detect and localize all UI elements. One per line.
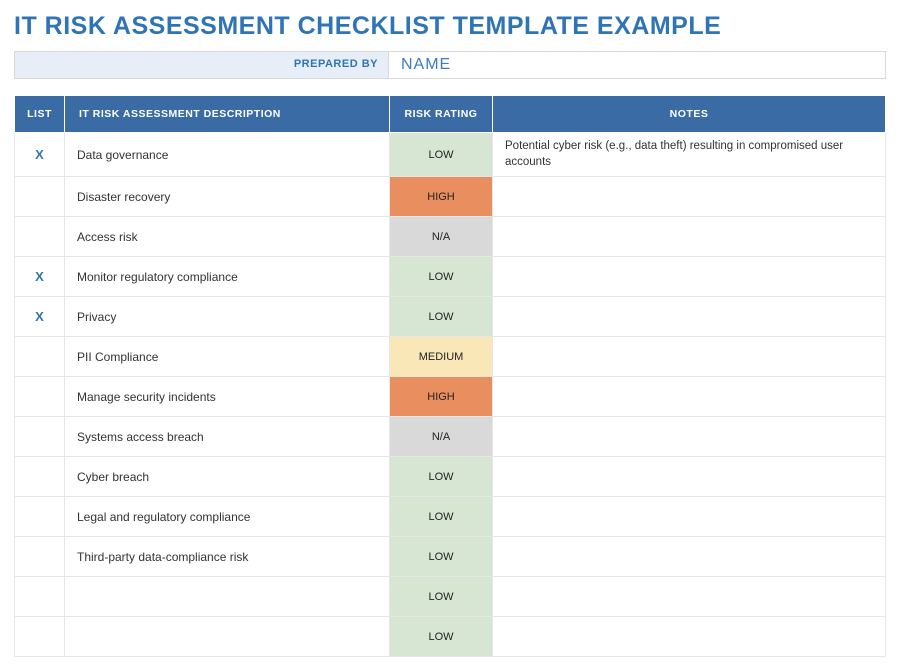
table-row: XPrivacyLOW xyxy=(15,297,886,337)
notes-cell[interactable] xyxy=(493,337,886,377)
table-row: Legal and regulatory complianceLOW xyxy=(15,497,886,537)
risk-rating-cell[interactable]: LOW xyxy=(390,297,493,337)
prepared-by-value[interactable]: NAME xyxy=(389,51,886,79)
description-cell[interactable]: Manage security incidents xyxy=(65,377,390,417)
list-mark-cell[interactable]: X xyxy=(15,257,65,297)
list-mark-cell[interactable] xyxy=(15,497,65,537)
notes-cell[interactable] xyxy=(493,177,886,217)
risk-table: LIST IT RISK ASSESSMENT DESCRIPTION RISK… xyxy=(14,95,886,657)
table-row: Systems access breachN/A xyxy=(15,417,886,457)
risk-rating-cell[interactable]: N/A xyxy=(390,217,493,257)
header-notes: NOTES xyxy=(493,96,886,133)
notes-cell[interactable] xyxy=(493,537,886,577)
description-cell[interactable]: Systems access breach xyxy=(65,417,390,457)
risk-rating-cell[interactable]: LOW xyxy=(390,617,493,657)
list-mark-cell[interactable] xyxy=(15,337,65,377)
table-row: XData governanceLOWPotential cyber risk … xyxy=(15,133,886,177)
notes-cell[interactable] xyxy=(493,377,886,417)
table-row: LOW xyxy=(15,617,886,657)
list-mark-cell[interactable]: X xyxy=(15,133,65,177)
notes-cell[interactable] xyxy=(493,577,886,617)
risk-rating-cell[interactable]: HIGH xyxy=(390,377,493,417)
list-mark-cell[interactable]: X xyxy=(15,297,65,337)
risk-rating-cell[interactable]: LOW xyxy=(390,133,493,177)
risk-rating-cell[interactable]: LOW xyxy=(390,577,493,617)
risk-rating-cell[interactable]: MEDIUM xyxy=(390,337,493,377)
description-cell[interactable]: Access risk xyxy=(65,217,390,257)
description-cell[interactable]: Disaster recovery xyxy=(65,177,390,217)
notes-cell[interactable] xyxy=(493,297,886,337)
list-mark-cell[interactable] xyxy=(15,177,65,217)
notes-cell[interactable] xyxy=(493,497,886,537)
risk-rating-cell[interactable]: LOW xyxy=(390,457,493,497)
table-row: XMonitor regulatory complianceLOW xyxy=(15,257,886,297)
risk-rating-cell[interactable]: HIGH xyxy=(390,177,493,217)
table-header-row: LIST IT RISK ASSESSMENT DESCRIPTION RISK… xyxy=(15,96,886,133)
header-risk: RISK RATING xyxy=(390,96,493,133)
notes-cell[interactable] xyxy=(493,617,886,657)
description-cell[interactable]: Legal and regulatory compliance xyxy=(65,497,390,537)
risk-rating-cell[interactable]: N/A xyxy=(390,417,493,457)
table-row: Manage security incidentsHIGH xyxy=(15,377,886,417)
risk-rating-cell[interactable]: LOW xyxy=(390,257,493,297)
prepared-by-row: PREPARED BY NAME xyxy=(14,51,886,79)
list-mark-cell[interactable] xyxy=(15,217,65,257)
notes-cell[interactable] xyxy=(493,457,886,497)
table-row: Disaster recoveryHIGH xyxy=(15,177,886,217)
list-mark-cell[interactable] xyxy=(15,577,65,617)
list-mark-cell[interactable] xyxy=(15,377,65,417)
risk-rating-cell[interactable]: LOW xyxy=(390,537,493,577)
notes-cell[interactable] xyxy=(493,217,886,257)
description-cell[interactable]: Monitor regulatory compliance xyxy=(65,257,390,297)
description-cell[interactable] xyxy=(65,577,390,617)
description-cell[interactable]: Privacy xyxy=(65,297,390,337)
table-row: Third-party data-compliance riskLOW xyxy=(15,537,886,577)
description-cell[interactable] xyxy=(65,617,390,657)
list-mark-cell[interactable] xyxy=(15,617,65,657)
notes-cell[interactable] xyxy=(493,257,886,297)
prepared-by-label: PREPARED BY xyxy=(14,51,389,79)
header-list: LIST xyxy=(15,96,65,133)
risk-rating-cell[interactable]: LOW xyxy=(390,497,493,537)
table-row: Access riskN/A xyxy=(15,217,886,257)
list-mark-cell[interactable] xyxy=(15,537,65,577)
description-cell[interactable]: PII Compliance xyxy=(65,337,390,377)
description-cell[interactable]: Third-party data-compliance risk xyxy=(65,537,390,577)
page-title: IT RISK ASSESSMENT CHECKLIST TEMPLATE EX… xyxy=(14,12,886,41)
table-row: Cyber breachLOW xyxy=(15,457,886,497)
list-mark-cell[interactable] xyxy=(15,457,65,497)
table-row: PII ComplianceMEDIUM xyxy=(15,337,886,377)
notes-cell[interactable] xyxy=(493,417,886,457)
list-mark-cell[interactable] xyxy=(15,417,65,457)
notes-cell[interactable]: Potential cyber risk (e.g., data theft) … xyxy=(493,133,886,177)
table-row: LOW xyxy=(15,577,886,617)
description-cell[interactable]: Data governance xyxy=(65,133,390,177)
description-cell[interactable]: Cyber breach xyxy=(65,457,390,497)
header-description: IT RISK ASSESSMENT DESCRIPTION xyxy=(65,96,390,133)
